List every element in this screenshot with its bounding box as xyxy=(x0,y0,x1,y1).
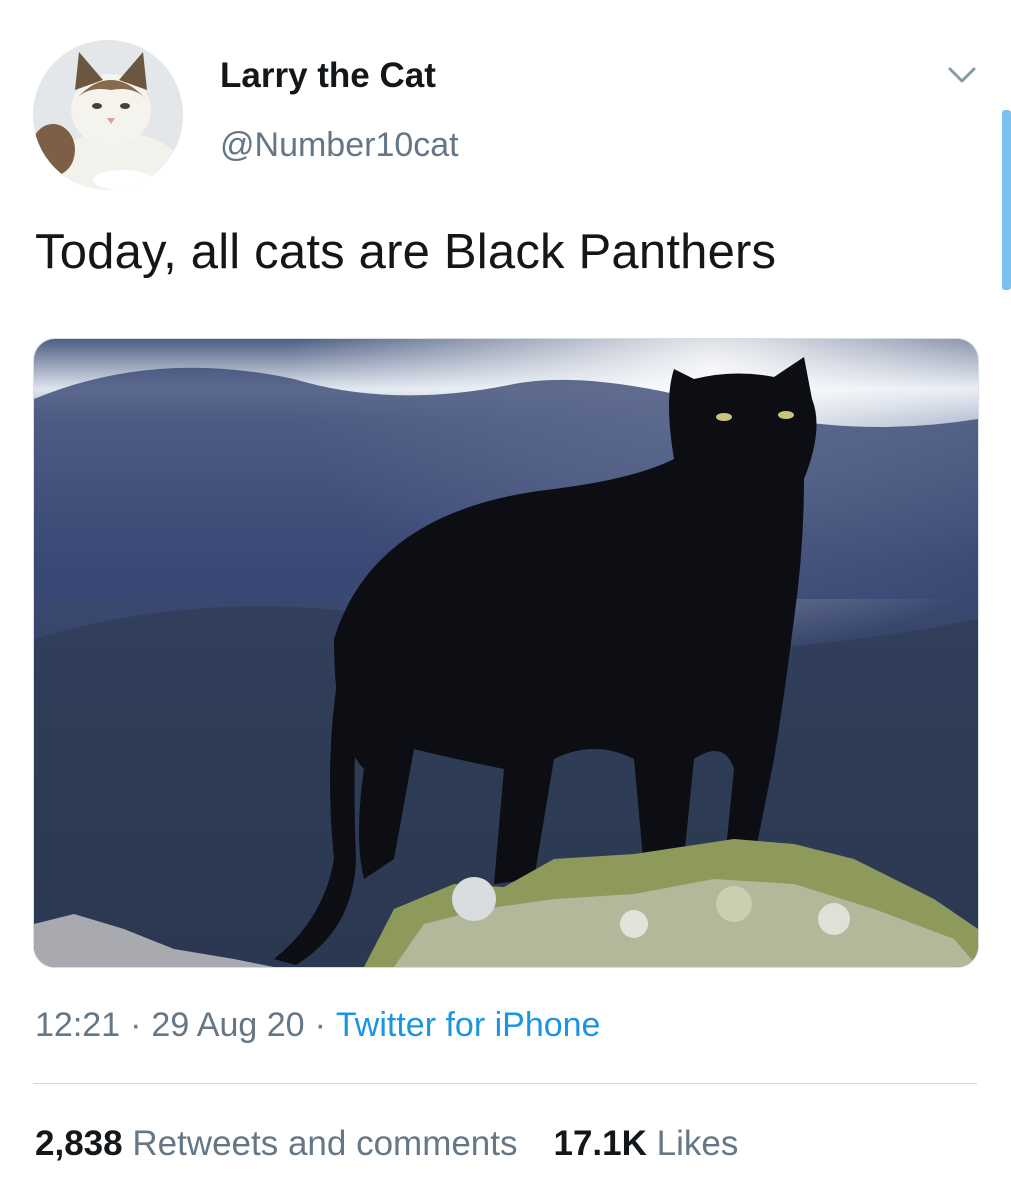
likes-stat[interactable]: 17.1K Likes xyxy=(554,1124,739,1163)
likes-count: 17.1K xyxy=(553,1124,647,1163)
chevron-down-icon xyxy=(948,67,976,83)
meta-separator: · xyxy=(314,1006,326,1044)
retweets-stat[interactable]: 2,838 Retweets and comments xyxy=(35,1124,518,1163)
tweet-date: 29 Aug 20 xyxy=(151,1006,305,1044)
tweet-stats: 2,838 Retweets and comments 17.1K Likes xyxy=(35,1124,738,1164)
black-panther-photo-icon xyxy=(34,339,978,967)
author-avatar[interactable] xyxy=(33,40,183,190)
tweet-source-link[interactable]: Twitter for iPhone xyxy=(336,1006,601,1044)
more-options-button[interactable] xyxy=(945,58,979,92)
meta-separator: · xyxy=(130,1006,142,1044)
tweet-media[interactable] xyxy=(33,338,979,968)
retweets-label: Retweets and comments xyxy=(132,1124,518,1163)
tweet-meta: 12:21 · 29 Aug 20 · Twitter for iPhone xyxy=(35,1006,600,1045)
author-display-name[interactable]: Larry the Cat xyxy=(220,56,436,96)
scrollbar[interactable] xyxy=(1002,110,1011,290)
retweets-count: 2,838 xyxy=(35,1124,123,1163)
tweet-text: Today, all cats are Black Panthers xyxy=(35,225,777,279)
cat-avatar-icon xyxy=(33,40,183,190)
likes-label: Likes xyxy=(656,1124,739,1163)
tweet-time: 12:21 xyxy=(35,1006,121,1044)
divider xyxy=(33,1083,977,1084)
author-handle[interactable]: @Number10cat xyxy=(220,126,459,165)
